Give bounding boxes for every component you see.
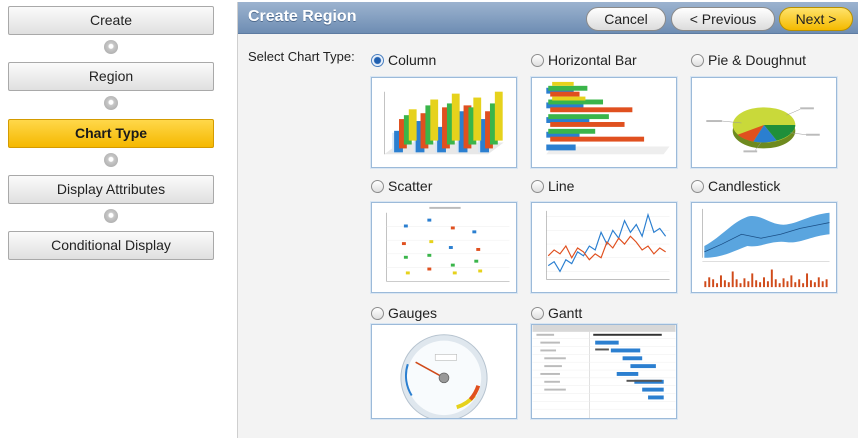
step-display-attributes[interactable]: Display Attributes: [8, 175, 214, 204]
line-chart-thumbnail[interactable]: [531, 202, 677, 293]
pie-chart-thumbnail[interactable]: [691, 77, 837, 168]
next-button[interactable]: Next >: [779, 7, 853, 31]
previous-button[interactable]: < Previous: [671, 7, 775, 31]
step-connector-icon: [104, 40, 118, 54]
horizontal-bar-chart-thumbnail[interactable]: [531, 77, 677, 168]
radio-icon[interactable]: [531, 307, 544, 320]
chart-option-label: Gauges: [388, 305, 438, 321]
radio-icon[interactable]: [371, 307, 384, 320]
candlestick-chart-thumbnail[interactable]: [691, 202, 837, 293]
step-chart-type[interactable]: Chart Type: [8, 119, 214, 148]
wizard-steps: Create Region Chart Type Display Attribu…: [0, 0, 230, 438]
step-connector-icon: [104, 153, 118, 167]
gantt-chart-thumbnail[interactable]: [531, 324, 677, 419]
scatter-chart-thumbnail[interactable]: [371, 202, 517, 293]
radio-icon[interactable]: [691, 54, 704, 67]
chart-option-label: Candlestick: [708, 178, 781, 194]
panel-title: Create Region: [248, 8, 357, 25]
radio-icon[interactable]: [531, 180, 544, 193]
column-chart-thumbnail[interactable]: [371, 77, 517, 168]
radio-selected-icon[interactable]: [371, 54, 384, 67]
chart-option-label: Line: [548, 178, 575, 194]
step-connector-icon: [104, 209, 118, 223]
radio-icon[interactable]: [691, 180, 704, 193]
step-conditional-display[interactable]: Conditional Display: [8, 231, 214, 260]
chart-option-label: Pie & Doughnut: [708, 52, 807, 68]
step-create[interactable]: Create: [8, 6, 214, 35]
step-connector-icon: [104, 96, 118, 110]
chart-option-label: Gantt: [548, 305, 583, 321]
cancel-button[interactable]: Cancel: [586, 7, 666, 31]
radio-icon[interactable]: [371, 180, 384, 193]
chart-option-label: Column: [388, 52, 437, 68]
select-chart-type-label: Select Chart Type:: [248, 49, 355, 64]
step-region[interactable]: Region: [8, 62, 214, 91]
chart-option-label: Scatter: [388, 178, 433, 194]
create-region-panel: Create Region Cancel < Previous Next > S…: [237, 2, 858, 438]
chart-option-label: Horizontal Bar: [548, 52, 637, 68]
panel-header: Create Region Cancel < Previous Next >: [238, 2, 858, 34]
gauge-chart-thumbnail[interactable]: [371, 324, 517, 419]
radio-icon[interactable]: [531, 54, 544, 67]
